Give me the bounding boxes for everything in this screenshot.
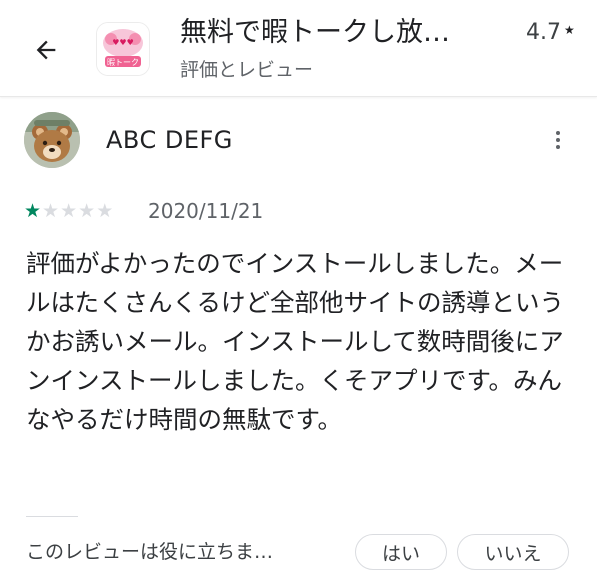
star-icon: ★	[42, 200, 60, 222]
helpful-no-button[interactable]: いいえ	[457, 534, 569, 570]
page-subtitle: 評価とレビュー	[180, 59, 314, 81]
helpful-yes-button[interactable]: はい	[355, 534, 447, 570]
top-app-bar: ♥♥♥ 暇トーク 無料で暇トークし放… 評価とレビュー 4.7 ★	[0, 0, 597, 97]
helpful-question: このレビューは役に立ちま…	[26, 541, 274, 563]
back-button[interactable]	[22, 26, 70, 74]
star-icon: ★	[564, 23, 575, 37]
avatar	[24, 112, 80, 168]
review-date: 2020/11/21	[148, 199, 264, 223]
review-text: 評価がよかったのでインストールしました。メールはたくさんくるけど全部他サイトの誘…	[26, 249, 565, 434]
more-options-button[interactable]	[540, 120, 576, 160]
rating-value: 4.7	[526, 20, 561, 45]
more-vertical-icon	[556, 131, 560, 149]
star-icon: ★	[24, 200, 42, 222]
star-icon: ★	[78, 200, 96, 222]
svg-text:♥♥♥: ♥♥♥	[112, 38, 134, 47]
review-stars: ★ ★ ★ ★ ★	[24, 200, 113, 222]
arrow-left-icon	[36, 40, 56, 60]
app-icon: ♥♥♥ 暇トーク	[96, 22, 150, 76]
app-title: 無料で暇トークし放…	[180, 17, 450, 48]
star-icon: ★	[96, 200, 114, 222]
star-icon: ★	[60, 200, 78, 222]
review-author: ABC DEFG	[106, 126, 233, 154]
bear-avatar-icon	[24, 112, 80, 168]
svg-text:暇トーク: 暇トーク	[107, 58, 139, 67]
divider	[26, 516, 78, 517]
app-rating: 4.7 ★	[526, 18, 575, 48]
